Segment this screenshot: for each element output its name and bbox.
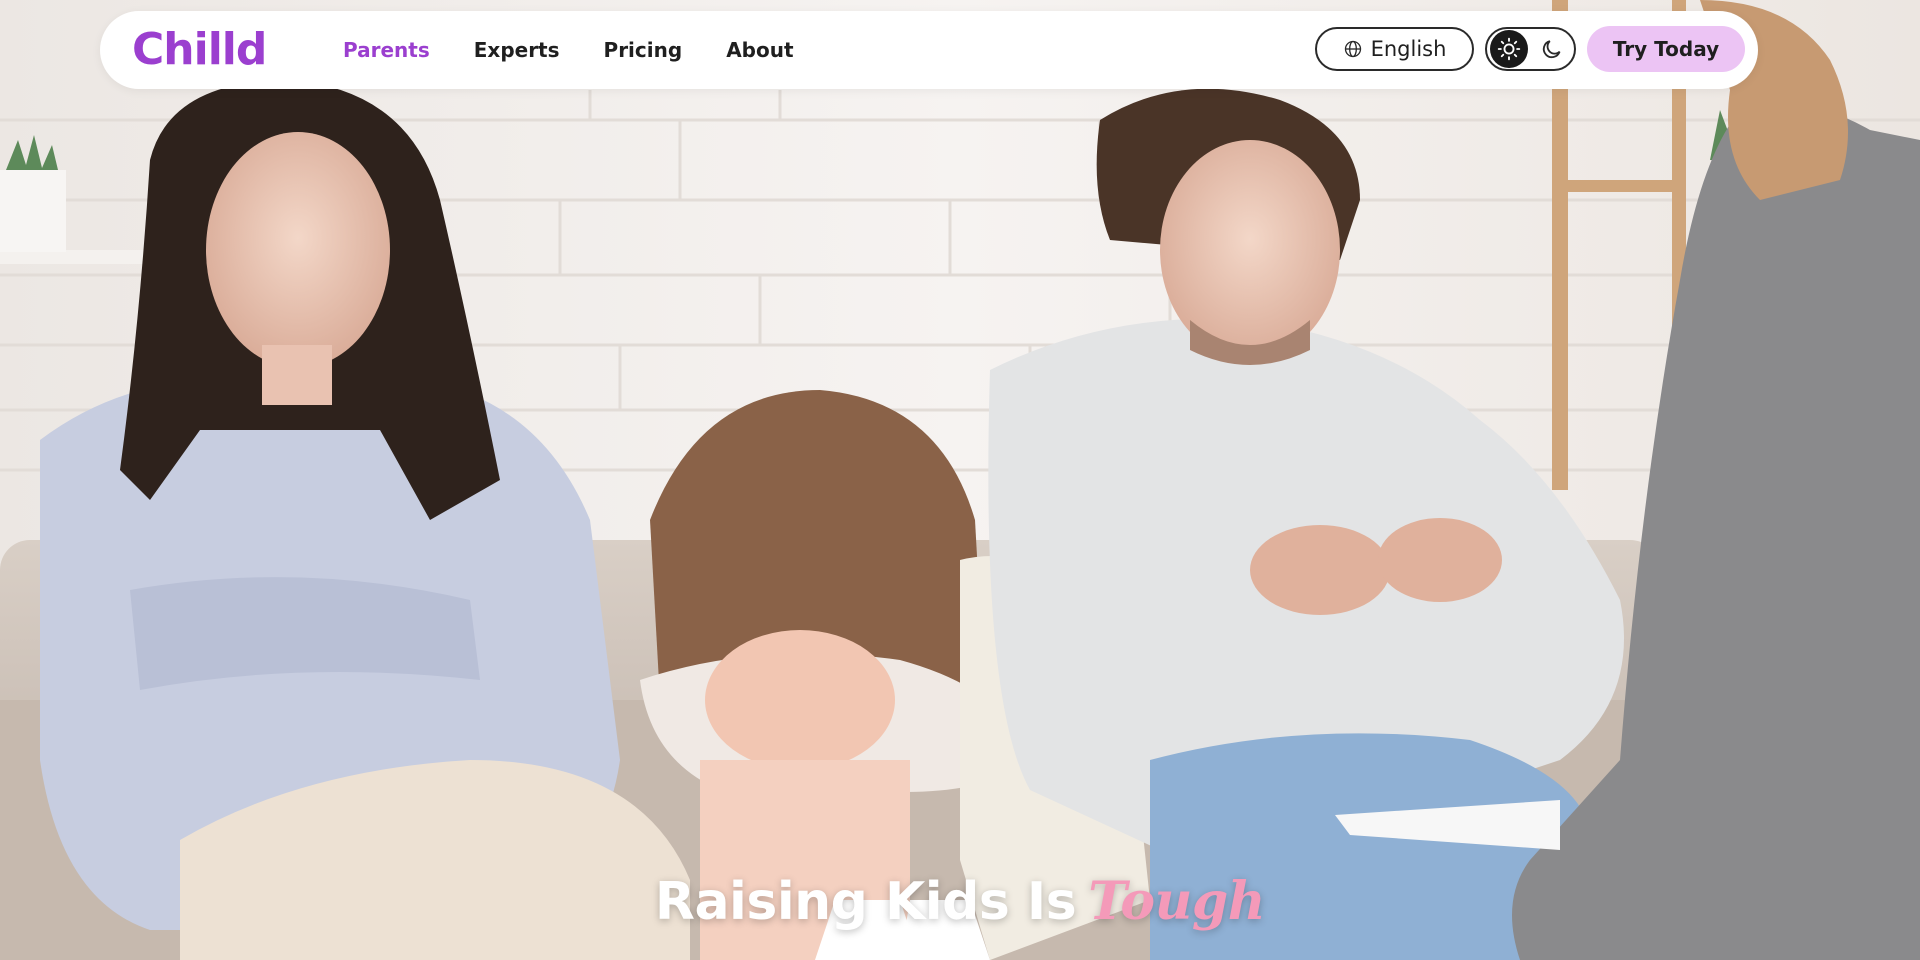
language-selector[interactable]: English xyxy=(1315,27,1474,71)
nav-links: Parents Experts Pricing About xyxy=(343,11,838,89)
language-label: English xyxy=(1370,37,1447,61)
top-navbar: Chilld Parents Experts Pricing About Eng… xyxy=(100,11,1758,89)
nav-link-about[interactable]: About xyxy=(726,38,793,62)
nav-link-parents[interactable]: Parents xyxy=(343,38,430,62)
moon-icon xyxy=(1543,40,1561,59)
theme-toggle[interactable] xyxy=(1485,27,1576,71)
dark-mode-option[interactable] xyxy=(1534,30,1572,68)
headline-main-text: Raising Kids Is xyxy=(654,871,1077,932)
nav-link-pricing[interactable]: Pricing xyxy=(604,38,683,62)
sun-icon xyxy=(1497,37,1520,61)
hero-headline: Raising Kids Is Tough xyxy=(0,871,1920,932)
brand-logo[interactable]: Chilld xyxy=(132,25,267,75)
nav-link-experts[interactable]: Experts xyxy=(474,38,560,62)
try-today-button[interactable]: Try Today xyxy=(1587,26,1745,72)
hero-section xyxy=(0,0,1920,960)
hero-image xyxy=(0,0,1920,960)
light-mode-option[interactable] xyxy=(1490,30,1528,68)
headline-accent-text: Tough xyxy=(1088,870,1266,932)
globe-icon xyxy=(1344,40,1361,58)
